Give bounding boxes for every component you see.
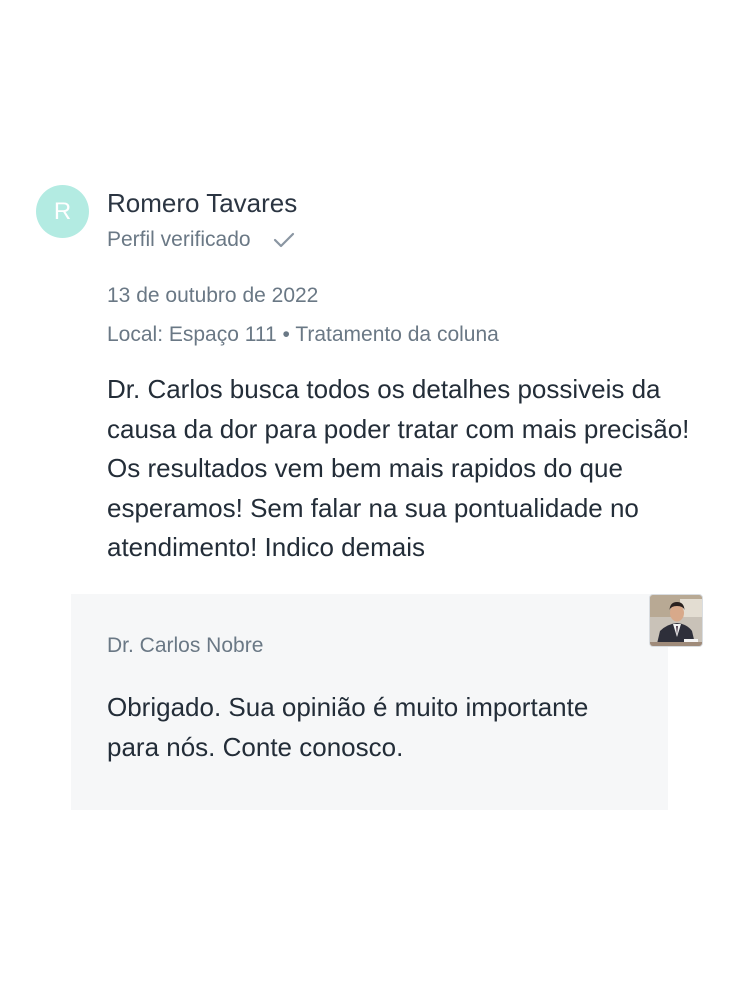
checkmark-icon [273,231,295,249]
verified-profile: Perfil verificado [107,228,295,252]
doctor-photo [649,594,703,647]
reply-text: Obrigado. Sua opinião é muito importante… [107,692,589,762]
verified-label: Perfil verificado [107,228,251,251]
reviewer-name[interactable]: Romero Tavares [107,188,297,219]
doctor-reply: Dr. Carlos Nobre Obrigado. Sua opinião é… [71,594,668,810]
reviewer-avatar: R [36,185,89,238]
review-date: 13 de outubro de 2022 [107,284,319,307]
reply-author: Dr. Carlos Nobre [107,634,264,657]
avatar-initial: R [53,197,72,225]
review-location: Local: Espaço 111 • Tratamento da coluna [107,323,499,346]
review-text: Dr. Carlos busca todos os detalhes possi… [107,374,690,562]
